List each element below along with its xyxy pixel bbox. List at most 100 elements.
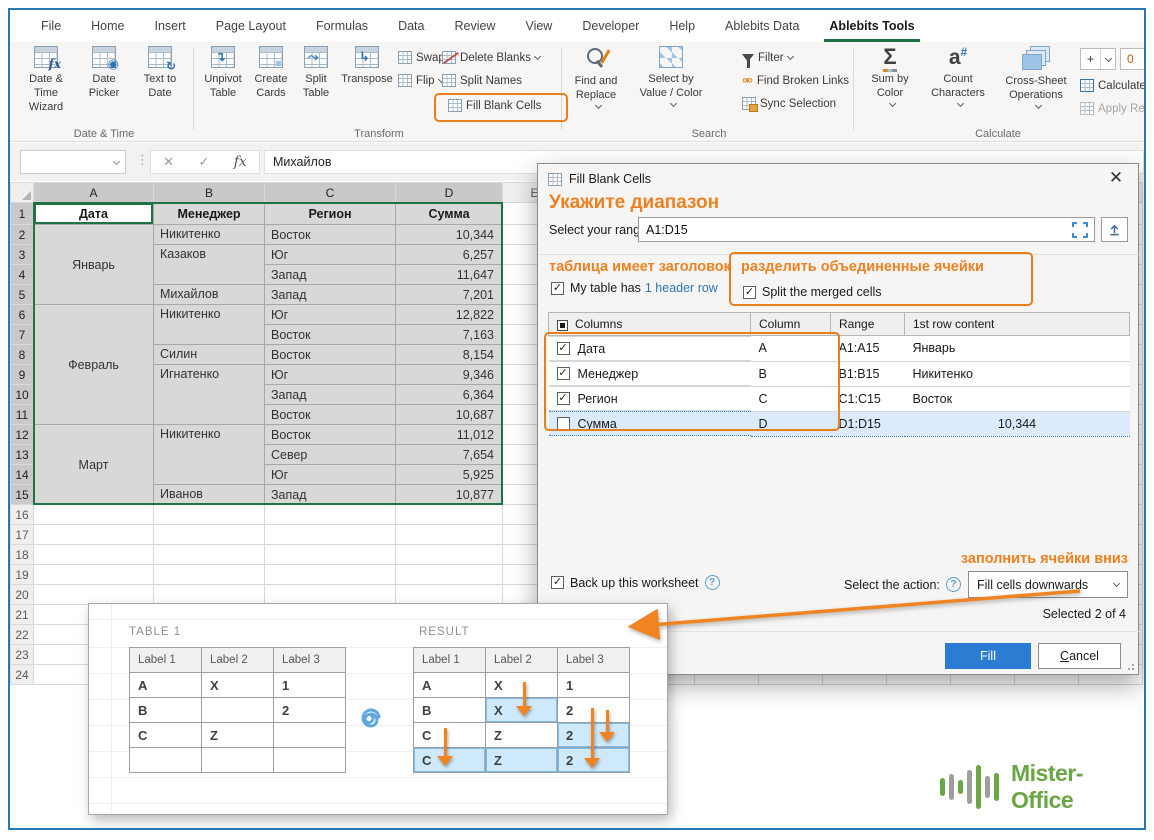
find-broken-links-button[interactable]: ⚮ Find Broken Links <box>742 70 849 91</box>
sheet-cell[interactable] <box>265 585 396 605</box>
sheet-cell[interactable] <box>34 565 154 585</box>
sheet-cell[interactable]: Иванов <box>154 485 265 505</box>
sheet-cell[interactable]: Игнатенко <box>154 365 265 425</box>
column-header-d[interactable]: D <box>396 183 503 203</box>
sheet-cell[interactable]: Восток <box>265 225 396 245</box>
operator-combo[interactable]: + <box>1080 48 1116 70</box>
sheet-cell[interactable] <box>154 525 265 545</box>
count-characters-button[interactable]: a# Count Characters <box>924 46 992 122</box>
calculate-button[interactable]: Calculate <box>1080 75 1146 96</box>
sheet-cell[interactable]: 9,346 <box>396 365 503 385</box>
sheet-cell[interactable]: Юг <box>265 365 396 385</box>
row-header-5[interactable]: 5 <box>11 285 34 305</box>
sheet-cell[interactable]: Дата <box>34 203 154 225</box>
column-checkbox[interactable]: ✓ <box>557 392 570 405</box>
split-merged-checkbox-row[interactable]: ✓ Split the merged cells <box>743 285 882 299</box>
flip-button[interactable]: Flip <box>398 70 444 91</box>
sheet-cell[interactable]: Восток <box>265 405 396 425</box>
tab-developer[interactable]: Developer <box>567 10 654 42</box>
column-checkbox[interactable]: ✓ <box>557 342 570 355</box>
row-header-18[interactable]: 18 <box>11 545 34 565</box>
tab-ablebits-tools[interactable]: Ablebits Tools <box>814 10 929 42</box>
cancel-entry-icon[interactable]: ✕ <box>163 154 174 170</box>
sheet-cell[interactable] <box>154 585 265 605</box>
row-header-24[interactable]: 24 <box>11 665 34 685</box>
text-to-date-button[interactable]: ↻ Text to Date <box>132 46 188 122</box>
column-header-b[interactable]: B <box>154 183 265 203</box>
sheet-cell[interactable]: 10,344 <box>396 225 503 245</box>
sheet-cell[interactable] <box>34 585 154 605</box>
date-picker-button[interactable]: ◉ Date Picker <box>76 46 132 122</box>
row-header-20[interactable]: 20 <box>11 585 34 605</box>
sheet-cell[interactable] <box>34 525 154 545</box>
row-header-8[interactable]: 8 <box>11 345 34 365</box>
sheet-cell[interactable] <box>396 505 503 525</box>
header-row-checkbox-row[interactable]: ✓ My table has 1 header row <box>551 281 718 295</box>
tab-file[interactable]: File <box>26 10 76 42</box>
sheet-cell[interactable]: Никитенко <box>154 225 265 245</box>
sum-by-color-button[interactable]: Σ Sum by Color <box>862 46 918 122</box>
sheet-cell[interactable]: 7,163 <box>396 325 503 345</box>
tab-insert[interactable]: Insert <box>140 10 201 42</box>
swap-button[interactable]: Swap <box>398 47 445 68</box>
row-header-11[interactable]: 11 <box>11 405 34 425</box>
sheet-cell[interactable]: Север <box>265 445 396 465</box>
row-header-16[interactable]: 16 <box>11 505 34 525</box>
sheet-cell[interactable]: Восток <box>265 345 396 365</box>
sheet-cell[interactable]: Восток <box>265 425 396 445</box>
sheet-cell[interactable]: Восток <box>265 325 396 345</box>
row-header-2[interactable]: 2 <box>11 225 34 245</box>
sheet-cell[interactable]: Запад <box>265 285 396 305</box>
row-header-22[interactable]: 22 <box>11 625 34 645</box>
sheet-cell[interactable]: Юг <box>265 245 396 265</box>
transpose-button[interactable]: ↳ Transpose <box>338 46 396 122</box>
sheet-cell[interactable]: 6,364 <box>396 385 503 405</box>
sheet-cell[interactable] <box>154 505 265 525</box>
row-header-17[interactable]: 17 <box>11 525 34 545</box>
row-header-3[interactable]: 3 <box>11 245 34 265</box>
row-header-13[interactable]: 13 <box>11 445 34 465</box>
sheet-cell[interactable]: 6,257 <box>396 245 503 265</box>
row-header-14[interactable]: 14 <box>11 465 34 485</box>
sheet-cell[interactable]: Михайлов <box>154 285 265 305</box>
sheet-cell[interactable] <box>396 565 503 585</box>
tab-home[interactable]: Home <box>76 10 139 42</box>
filter-button[interactable]: Filter <box>742 47 793 68</box>
operand-field[interactable]: 0 <box>1120 48 1146 70</box>
fill-blank-cells-button[interactable]: Fill Blank Cells <box>448 95 541 116</box>
confirm-entry-icon[interactable]: ✓ <box>198 154 209 170</box>
tab-ablebits-data[interactable]: Ablebits Data <box>710 10 814 42</box>
sheet-cell[interactable]: Запад <box>265 265 396 285</box>
resize-grip[interactable] <box>1127 663 1135 671</box>
sheet-cell[interactable]: 11,012 <box>396 425 503 445</box>
fill-button[interactable]: Fill <box>945 643 1031 669</box>
dialog-close-icon[interactable]: ✕ <box>1104 168 1128 188</box>
create-cards-button[interactable]: Create Cards <box>248 46 294 122</box>
sheet-cell[interactable]: Никитенко <box>154 425 265 485</box>
grid-row-Сумма[interactable]: СуммаDD1:D1510,344 <box>549 411 1130 436</box>
sheet-cell[interactable]: Юг <box>265 305 396 325</box>
select-all-corner[interactable] <box>11 183 34 203</box>
action-help-icon[interactable]: ? <box>946 577 961 592</box>
sheet-cell[interactable] <box>265 525 396 545</box>
sheet-cell[interactable]: Март <box>34 425 154 505</box>
sheet-cell[interactable]: 5,925 <box>396 465 503 485</box>
sync-selection-button[interactable]: Sync Selection <box>742 93 836 114</box>
tab-formulas[interactable]: Formulas <box>301 10 383 42</box>
sheet-cell[interactable]: Юг <box>265 465 396 485</box>
split-merged-checkbox[interactable]: ✓ <box>743 286 756 299</box>
sheet-cell[interactable] <box>34 545 154 565</box>
collapse-dialog-button[interactable] <box>1101 217 1128 242</box>
row-header-23[interactable]: 23 <box>11 645 34 665</box>
insert-function-icon[interactable]: fx <box>234 154 247 170</box>
row-header-6[interactable]: 6 <box>11 305 34 325</box>
sheet-cell[interactable]: Менеджер <box>154 203 265 225</box>
cancel-button[interactable]: Cancel <box>1038 643 1121 669</box>
grid-row-Дата[interactable]: ✓ДатаAA1:A15Январь <box>549 336 1130 362</box>
split-names-button[interactable]: Split Names <box>442 70 522 91</box>
action-select[interactable]: Fill cells downwards <box>968 571 1128 598</box>
sheet-cell[interactable]: 12,822 <box>396 305 503 325</box>
row-header-19[interactable]: 19 <box>11 565 34 585</box>
sheet-cell[interactable]: 8,154 <box>396 345 503 365</box>
row-header-10[interactable]: 10 <box>11 385 34 405</box>
